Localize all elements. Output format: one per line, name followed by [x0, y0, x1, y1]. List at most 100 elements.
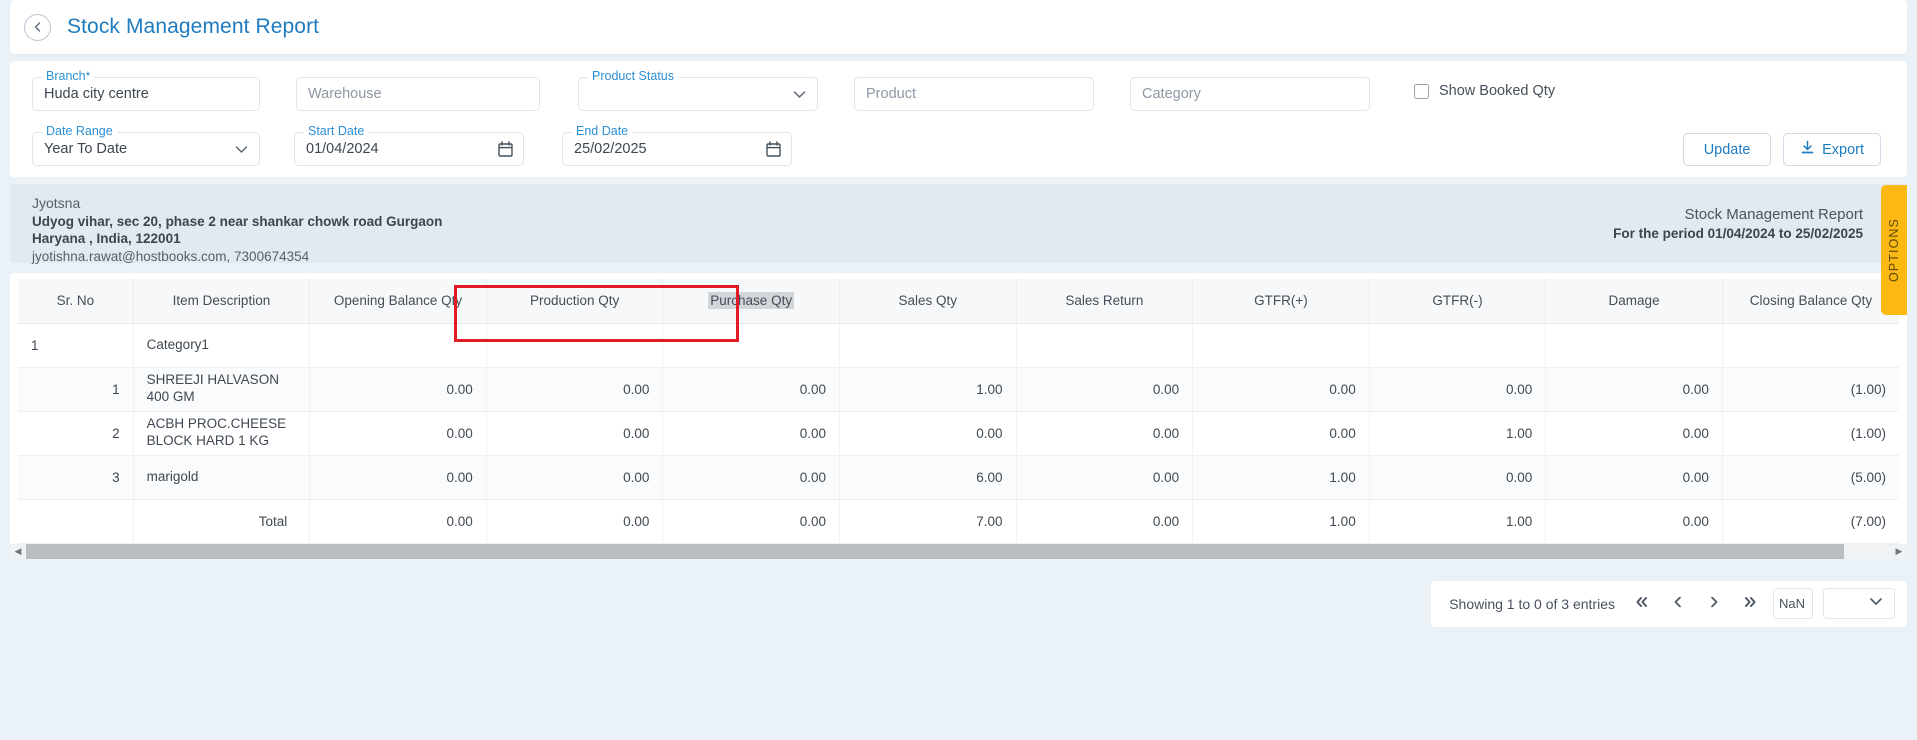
cell-sr-no: 1	[18, 367, 134, 412]
page-number-input[interactable]	[1773, 588, 1813, 619]
company-details: Jyotsna Udyog vihar, sec 20, phase 2 nea…	[32, 195, 442, 265]
back-button[interactable]	[24, 13, 51, 41]
company-contact: jyotishna.rawat@hostbooks.com, 730067435…	[32, 249, 310, 265]
col-sales-qty[interactable]: Sales Qty	[839, 279, 1017, 324]
chevron-down-icon	[1867, 592, 1885, 615]
chevron-down-icon[interactable]	[791, 77, 808, 111]
table-head: Sr. No Item Description Opening Balance …	[18, 279, 1899, 324]
cell-item-description: marigold	[133, 455, 311, 500]
table-row[interactable]: 1 SHREEJI HALVASON 400 GM 0.00 0.00 0.00…	[18, 367, 1899, 412]
cell-sr-no: 3	[18, 455, 134, 500]
calendar-icon[interactable]	[498, 132, 513, 166]
calendar-icon[interactable]	[766, 132, 781, 166]
cell-gtfr-minus: 1.00	[1369, 411, 1547, 456]
previous-page-button[interactable]	[1665, 591, 1691, 617]
pagination: Showing 1 to 0 of 3 entries	[1431, 580, 1907, 627]
cell-gtfr-plus: 1.00	[1192, 455, 1370, 500]
scroll-left-arrow-icon[interactable]: ◀	[10, 546, 26, 557]
col-gtfr-minus[interactable]: GTFR(-)	[1369, 279, 1547, 324]
cell-gtfr-plus: 0.00	[1192, 367, 1370, 412]
chevron-down-icon[interactable]	[233, 132, 250, 166]
update-button[interactable]: Update	[1683, 133, 1772, 166]
export-button[interactable]: Export	[1783, 133, 1881, 166]
cell-sr-no: 2	[18, 411, 134, 456]
options-side-tab[interactable]: OPTIONS	[1881, 185, 1907, 315]
col-purchase-qty-label: Purchase Qty	[708, 292, 795, 310]
page-size-select[interactable]	[1823, 588, 1895, 619]
date-range-field[interactable]: Date Range Year To Date	[32, 124, 260, 166]
cell-total-production-qty: 0.00	[486, 499, 664, 544]
table-row[interactable]: 3 marigold 0.00 0.00 0.00 6.00 0.00 1.00…	[18, 455, 1899, 500]
col-production-qty[interactable]: Production Qty	[486, 279, 664, 324]
cell-total-purchase-qty: 0.00	[662, 499, 840, 544]
cell-closing-balance-qty: (1.00)	[1722, 367, 1899, 412]
cell-sales-return	[1016, 323, 1194, 368]
cell-purchase-qty: 0.00	[662, 411, 840, 456]
cell-item-description: SHREEJI HALVASON 400 GM	[133, 367, 311, 412]
cell-total-damage: 0.00	[1545, 499, 1723, 544]
cell-total-closing-balance-qty: (7.00)	[1722, 499, 1899, 544]
cell-total-blank	[18, 499, 134, 544]
company-info-band: Jyotsna Udyog vihar, sec 20, phase 2 nea…	[10, 184, 1907, 265]
cell-closing-balance-qty: (5.00)	[1722, 455, 1899, 500]
product-field[interactable]: Product	[854, 77, 1094, 111]
product-status-field[interactable]: Product Status	[578, 69, 818, 111]
col-item-description[interactable]: Item Description	[133, 279, 311, 324]
table-total-row: Total 0.00 0.00 0.00 7.00 0.00 1.00 1.00…	[18, 499, 1899, 544]
filter-actions: Update Export	[1683, 133, 1881, 166]
cell-sales-return: 0.00	[1016, 367, 1194, 412]
warehouse-field[interactable]: Warehouse	[296, 77, 540, 111]
start-date-label: Start Date	[304, 124, 369, 138]
last-page-button[interactable]	[1737, 591, 1763, 617]
cell-item-description: Category1	[133, 323, 311, 368]
required-marker: *	[85, 69, 91, 83]
cell-production-qty: 0.00	[486, 367, 664, 412]
col-sr-no[interactable]: Sr. No	[18, 279, 134, 324]
cell-opening-balance-qty: 0.00	[309, 411, 487, 456]
cell-total-opening-balance-qty: 0.00	[309, 499, 487, 544]
cell-damage: 0.00	[1545, 411, 1723, 456]
pagination-showing-text: Showing 1 to 0 of 3 entries	[1449, 595, 1615, 612]
download-icon	[1800, 140, 1815, 159]
cell-sales-return: 0.00	[1016, 411, 1194, 456]
col-purchase-qty[interactable]: Purchase Qty	[662, 279, 840, 324]
cell-purchase-qty	[662, 323, 840, 368]
cell-purchase-qty: 0.00	[662, 455, 840, 500]
warehouse-placeholder: Warehouse	[308, 86, 382, 102]
col-gtfr-plus[interactable]: GTFR(+)	[1192, 279, 1370, 324]
scrollbar-track[interactable]	[26, 544, 1891, 559]
table-row[interactable]: 1 Category1	[18, 323, 1899, 368]
cell-production-qty: 0.00	[486, 411, 664, 456]
cell-production-qty	[486, 323, 664, 368]
category-field[interactable]: Category	[1130, 77, 1370, 111]
chevron-left-icon	[1671, 595, 1685, 613]
table-row[interactable]: 2 ACBH PROC.CHEESE BLOCK HARD 1 KG 0.00 …	[18, 411, 1899, 456]
branch-field[interactable]: Branch* Huda city centre	[32, 69, 260, 111]
filters-row-2: Date Range Year To Date Start Date 01/04…	[32, 124, 1885, 166]
next-page-button[interactable]	[1701, 591, 1727, 617]
date-range-label: Date Range	[42, 124, 117, 138]
cell-closing-balance-qty	[1722, 323, 1899, 368]
double-chevron-right-icon	[1742, 595, 1758, 613]
col-damage[interactable]: Damage	[1545, 279, 1723, 324]
end-date-field[interactable]: End Date 25/02/2025	[562, 124, 792, 166]
first-page-button[interactable]	[1629, 591, 1655, 617]
scrollbar-thumb[interactable]	[26, 544, 1845, 559]
scroll-right-arrow-icon[interactable]: ▶	[1891, 546, 1907, 557]
col-opening-balance-qty[interactable]: Opening Balance Qty	[309, 279, 487, 324]
cell-sales-qty: 0.00	[839, 411, 1017, 456]
show-booked-qty-checkbox[interactable]: Show Booked Qty	[1414, 83, 1555, 99]
export-button-label: Export	[1822, 141, 1864, 158]
cell-production-qty: 0.00	[486, 455, 664, 500]
cell-gtfr-plus: 0.00	[1192, 411, 1370, 456]
cell-gtfr-plus	[1192, 323, 1370, 368]
col-sales-return[interactable]: Sales Return	[1016, 279, 1194, 324]
cell-sales-qty: 6.00	[839, 455, 1017, 500]
start-date-field[interactable]: Start Date 01/04/2024	[294, 124, 524, 166]
page-title: Stock Management Report	[67, 15, 320, 38]
horizontal-scrollbar[interactable]: ◀ ▶	[10, 543, 1907, 559]
col-closing-balance-qty[interactable]: Closing Balance Qty	[1722, 279, 1899, 324]
checkbox-box[interactable]	[1414, 83, 1429, 99]
company-name: Jyotsna	[32, 195, 81, 211]
branch-label: Branch*	[42, 69, 95, 83]
